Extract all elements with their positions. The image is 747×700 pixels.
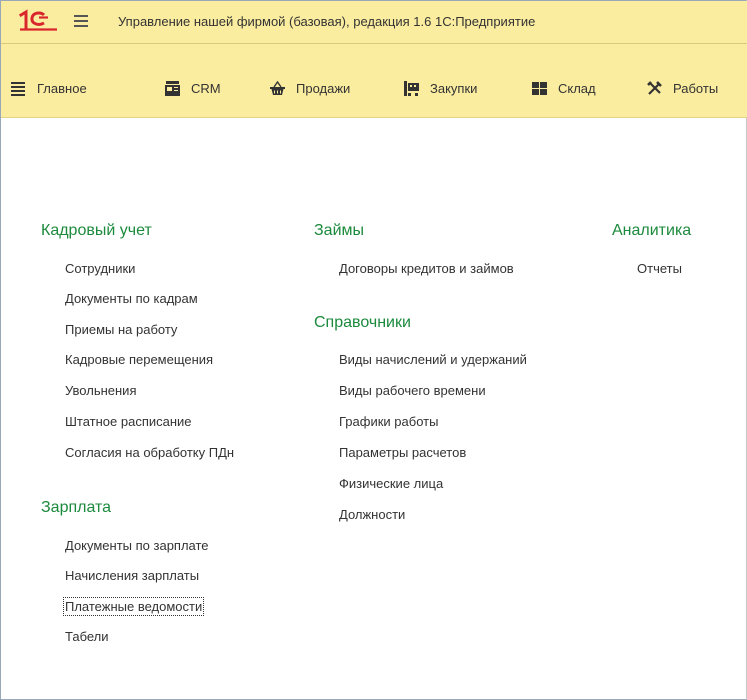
link-staff-schedule[interactable]: Штатное расписание [65, 414, 192, 429]
cart-icon [404, 80, 419, 96]
link-work-schedules[interactable]: Графики работы [339, 414, 438, 429]
section-main[interactable]: Главное [11, 78, 87, 98]
group-title-analytics: Аналитика [612, 222, 692, 239]
link-payroll-statements[interactable]: Платежные ведомости [62, 597, 205, 616]
link-hirings[interactable]: Приемы на работу [65, 322, 177, 337]
section-label: CRM [191, 80, 221, 96]
section-purchases[interactable]: Закупки [404, 78, 477, 98]
tools-icon [647, 80, 662, 95]
link-hr-documents[interactable]: Документы по кадрам [65, 291, 198, 306]
section-warehouse[interactable]: Склад [532, 78, 596, 98]
link-individuals[interactable]: Физические лица [339, 476, 443, 491]
main-menu-icon[interactable] [74, 15, 88, 27]
section-label: Продажи [296, 80, 351, 96]
link-worktime-types[interactable]: Виды рабочего времени [339, 383, 486, 398]
group-title-loans: Займы [314, 222, 364, 239]
app-title: Управление нашей фирмой (базовая), редак… [118, 14, 536, 29]
link-pd-consents[interactable]: Согласия на обработку ПДн [65, 445, 234, 460]
group-title-catalogs: Справочники [314, 314, 411, 331]
link-positions[interactable]: Должности [339, 507, 405, 522]
link-accrual-types[interactable]: Виды начислений и удержаний [339, 352, 527, 367]
section-label: Главное [37, 80, 87, 96]
link-transfers[interactable]: Кадровые перемещения [65, 352, 213, 367]
section-panel: Главное CRM Продажи Закупки Склад Работы [1, 44, 747, 118]
link-salary-accruals[interactable]: Начисления зарплаты [65, 568, 199, 583]
warehouse-icon [532, 81, 547, 95]
title-bar: Управление нашей фирмой (базовая), редак… [1, 1, 747, 44]
group-title-hr: Кадровый учет [41, 222, 152, 239]
group-title-salary: Зарплата [41, 499, 112, 516]
section-label: Склад [558, 80, 596, 96]
link-employees[interactable]: Сотрудники [65, 261, 135, 276]
link-salary-documents[interactable]: Документы по зарплате [65, 538, 209, 553]
crm-icon [165, 80, 180, 96]
section-works[interactable]: Работы [647, 78, 718, 98]
section-sales[interactable]: Продажи [270, 78, 350, 98]
link-dismissals[interactable]: Увольнения [65, 383, 136, 398]
link-reports[interactable]: Отчеты [637, 261, 682, 276]
link-loan-contracts[interactable]: Договоры кредитов и займов [339, 261, 514, 276]
section-crm[interactable]: CRM [165, 78, 221, 98]
link-timesheets[interactable]: Табели [65, 629, 109, 644]
list-icon [11, 81, 25, 96]
link-calc-parameters[interactable]: Параметры расчетов [339, 445, 466, 460]
basket-icon [270, 80, 285, 95]
1c-logo-icon[interactable] [18, 9, 58, 31]
section-label: Работы [673, 80, 719, 96]
section-label: Закупки [430, 80, 478, 96]
